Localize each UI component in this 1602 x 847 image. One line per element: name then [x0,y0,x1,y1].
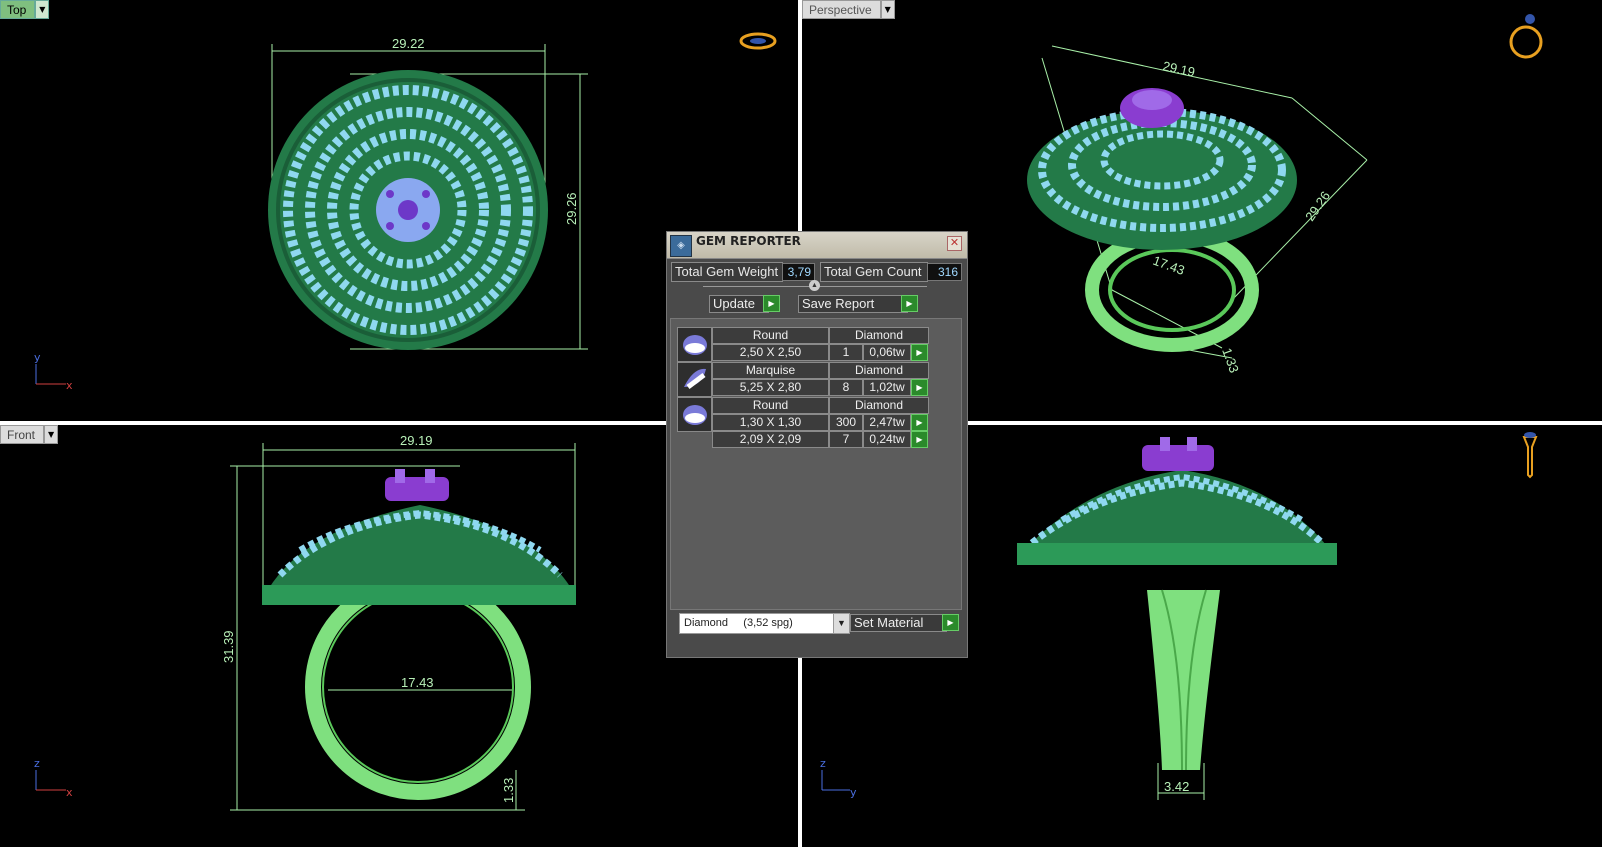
save-report-go-icon[interactable]: ▶ [901,295,918,312]
gem-count-cell: 7 [829,431,863,448]
front-band-dim: 1.33 [501,778,516,803]
gem-reporter-logo-icon: ◈ [670,235,692,257]
gem-size-cell: 5,25 X 2,80 [712,379,829,396]
top-ring-orientation-icon[interactable] [739,32,777,50]
close-icon[interactable]: ✕ [947,236,962,251]
set-material-go-icon[interactable]: ▶ [942,614,959,631]
svg-text:y: y [850,786,857,799]
top-axis-indicator: y x [34,351,73,392]
persp-inner-dim: 17.43 [1151,253,1187,278]
svg-text:z: z [820,757,826,770]
persp-depth-dim: 29.26 [1302,188,1333,223]
svg-text:x: x [66,379,73,392]
svg-text:x: x [66,786,73,799]
gem-size-cell: 2,50 X 2,50 [712,344,829,361]
top-height-dim: 29.26 [564,192,579,225]
gem-shape-cell: Round [712,397,829,414]
gem-reporter-titlebar[interactable]: ◈ GEM REPORTER ✕ [667,232,967,259]
front-width-dim: 29.19 [400,433,433,448]
viewport-label-perspective[interactable]: Perspective ▼ [802,0,895,19]
gem-weight-cell: 0,24tw [863,431,911,448]
viewport-menu-arrow-icon[interactable]: ▼ [35,0,50,19]
gem-count-cell: 8 [829,379,863,396]
total-gem-count-value: 316 [927,263,962,281]
select-gem-go-icon[interactable]: ▶ [911,379,928,396]
gem-reporter-title: GEM REPORTER [696,234,801,248]
gem-size-cell: 1,30 X 1,30 [712,414,829,431]
gem-count-cell: 1 [829,344,863,361]
total-gem-weight-label: Total Gem Weight [671,262,783,282]
select-gem-go-icon[interactable]: ▶ [911,431,928,448]
top-width-dim: 29.22 [392,36,425,51]
gem-material-cell: Diamond [829,362,929,379]
front-height-dim: 31.39 [221,630,236,663]
total-gem-count-label: Total Gem Count [820,262,928,282]
right-axis-indicator: z y [820,757,857,799]
material-select-value: Diamond (3,52 spg) [684,617,793,629]
material-select[interactable]: Diamond (3,52 spg) ▼ [679,613,850,634]
viewport-menu-arrow-icon[interactable]: ▼ [880,0,895,19]
total-gem-weight-value: 3,79 [782,263,815,281]
right-ring-orientation-icon[interactable] [1522,432,1538,479]
ring-front-render [262,469,576,800]
gem-reporter-dialog[interactable]: ◈ GEM REPORTER ✕ Total Gem Weight 3,79 T… [666,231,968,658]
set-material-button[interactable]: Set Material [850,614,947,632]
viewport-label-top[interactable]: Top ▼ [0,0,50,19]
gem-shape-cell: Round [712,327,829,344]
save-report-button[interactable]: Save Report [798,295,908,313]
front-inner-dim: 17.43 [401,675,434,690]
gem-weight-cell: 2,47tw [863,414,911,431]
collapse-arrow-icon[interactable]: ▲ [809,280,820,291]
marquise-gem-thumbnail-icon [677,362,712,397]
viewport-name-front: Front [0,425,45,444]
viewport-menu-arrow-icon[interactable]: ▼ [44,425,59,444]
gem-shape-cell: Marquise [712,362,829,379]
chevron-down-icon[interactable]: ▼ [833,614,849,633]
gem-weight-cell: 0,06tw [863,344,911,361]
select-gem-go-icon[interactable]: ▶ [911,414,928,431]
persp-ring-orientation-icon[interactable] [1509,14,1543,59]
ring-right-render [1017,437,1337,771]
viewport-name-perspective: Perspective [802,0,881,19]
svg-text:y: y [34,351,41,364]
update-go-icon[interactable]: ▶ [763,295,780,312]
svg-text:z: z [34,757,40,770]
viewport-name-top: Top [0,0,36,19]
ring-perspective-render [1027,88,1297,352]
front-axis-indicator: z x [34,757,73,799]
gem-material-cell: Diamond [829,397,929,414]
round-gem-thumbnail-icon [677,327,712,362]
persp-width-dim: 29.19 [1161,58,1196,79]
persp-band-dim: 1.33 [1219,346,1242,375]
select-gem-go-icon[interactable]: ▶ [911,344,928,361]
ring-top-render [268,70,548,350]
right-shank-dim: 3.42 [1164,779,1189,794]
round-gem-thumbnail-icon [677,397,712,432]
gem-weight-cell: 1,02tw [863,379,911,396]
gem-list[interactable]: Round Diamond 2,50 X 2,50 1 0,06tw ▶ Mar… [670,318,962,610]
gem-count-cell: 300 [829,414,863,431]
viewport-label-front[interactable]: Front ▼ [0,425,59,444]
update-button[interactable]: Update [709,295,769,313]
gem-material-cell: Diamond [829,327,929,344]
gem-size-cell: 2,09 X 2,09 [712,431,829,448]
